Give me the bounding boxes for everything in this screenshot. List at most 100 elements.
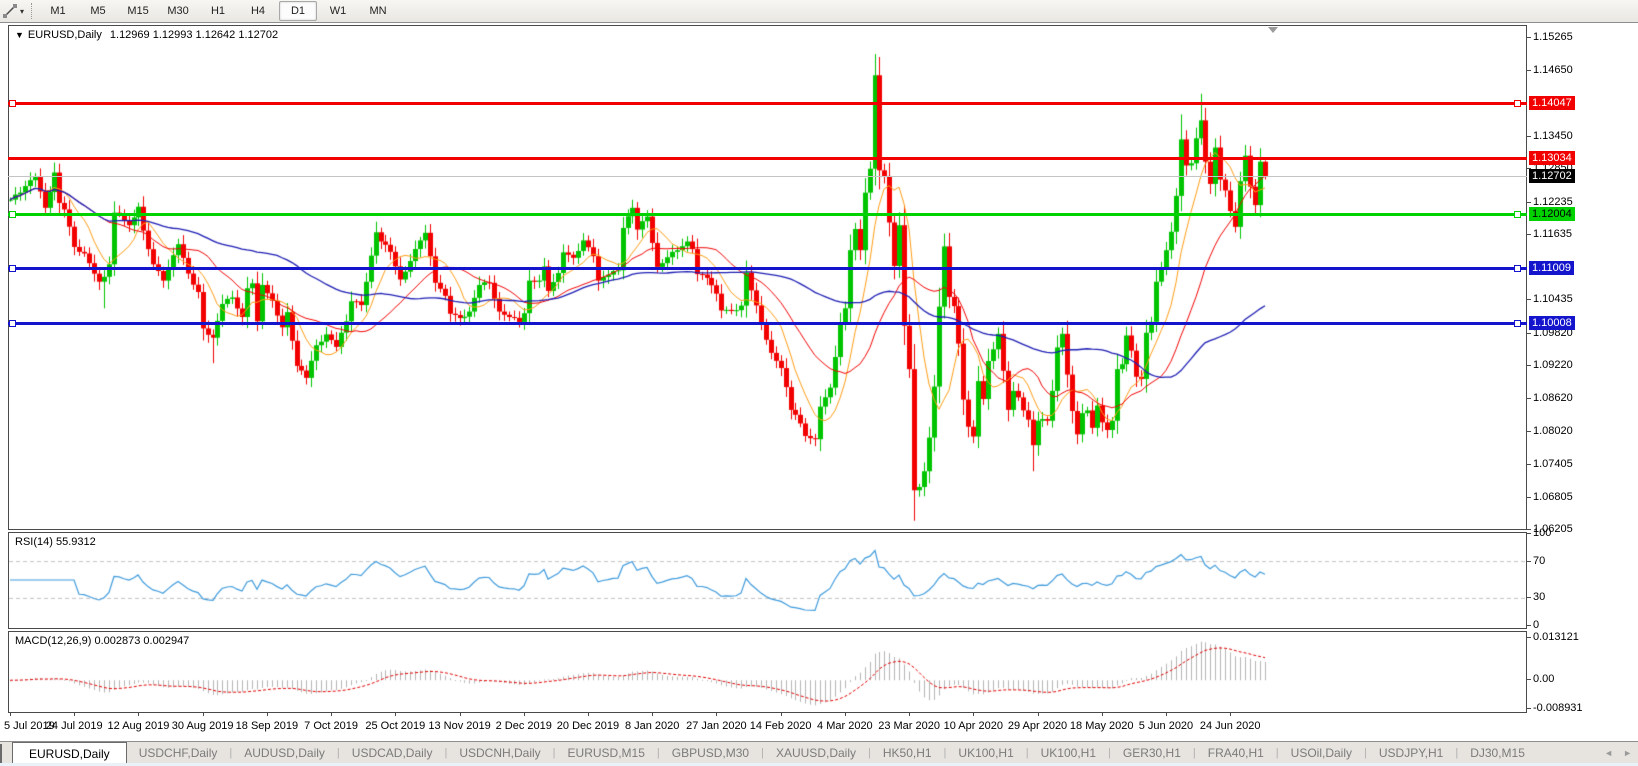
timeframe-button-M30[interactable]: M30 [159,1,197,21]
price-line-label: 1.14047 [1529,96,1575,111]
date-axis-label: 24 Jul 2019 [45,720,103,732]
chart-tab-AUDUSD-Daily[interactable]: AUDUSD,Daily [232,742,337,764]
timeframe-button-H4[interactable]: H4 [239,1,277,21]
timeframe-button-M15[interactable]: M15 [119,1,157,21]
rsi-indicator-panel[interactable]: RSI(14) 55.9312 [8,532,1527,629]
rsi-axis-tick [1527,625,1531,626]
price-axis-label: 1.14650 [1533,64,1573,77]
chart-tab-XAUUSD-Daily[interactable]: XAUUSD,Daily [764,742,868,764]
chart-tab-EURUSD-Daily[interactable]: EURUSD,Daily [12,742,127,764]
date-axis-tick [459,712,461,716]
date-axis-label: 14 Feb 2020 [749,720,812,732]
price-line-label: 1.12004 [1529,207,1575,222]
tab-scroll-right-icon[interactable]: ► [1623,748,1632,758]
date-axis-tick [331,712,333,716]
chart-tab-USDCHF-Daily[interactable]: USDCHF,Daily [127,742,230,764]
horizontal-line-1.10008[interactable] [8,321,1527,325]
price-axis-tick [1527,135,1531,137]
macd-indicator-panel[interactable]: MACD(12,26,9) 0.002873 0.002947 [8,631,1527,713]
date-axis-label: 18 May 2020 [1069,720,1134,732]
price-axis-tick [1527,496,1531,498]
date-axis-label: 2 Dec 2019 [495,720,552,732]
chart-tab-EURUSD-M15[interactable]: EURUSD,M15 [556,742,657,764]
price-axis-tick [1527,397,1531,399]
timeframe-button-M5[interactable]: M5 [79,1,117,21]
tabbar-grip [0,744,12,764]
chart-tab-UK100-H1[interactable]: UK100,H1 [946,742,1025,764]
horizontal-line-1.14047[interactable] [8,102,1527,106]
horizontal-line-1.11009[interactable] [8,267,1527,271]
line-handle-right[interactable] [1514,100,1521,108]
chart-tab-FRA40-H1[interactable]: FRA40,H1 [1196,742,1276,764]
chart-tab-UK100-H1[interactable]: UK100,H1 [1029,742,1108,764]
date-axis-tick [74,712,76,716]
horizontal-line-1.12004[interactable] [8,213,1527,217]
macd-axis-label: -0.008931 [1533,702,1583,714]
date-axis-label: 4 Mar 2020 [817,720,873,732]
date-axis-tick [138,712,140,716]
chart-tab-GBPUSD-M30[interactable]: GBPUSD,M30 [660,742,761,764]
timeframe-button-M1[interactable]: M1 [39,1,77,21]
rsi-axis-label: 30 [1533,591,1546,604]
line-handle-left[interactable] [9,211,16,219]
date-axis-label: 8 Jan 2020 [624,720,680,732]
date-axis-tick [1037,712,1039,716]
date-axis-label: 23 Mar 2020 [878,720,940,732]
chart-tab-GER30-H1[interactable]: GER30,H1 [1111,742,1193,764]
chart-tab-USDCAD-Daily[interactable]: USDCAD,Daily [340,742,445,764]
chart-tab-HK50-H1[interactable]: HK50,H1 [871,742,944,764]
timeframe-button-D1[interactable]: D1 [279,1,318,21]
date-axis-label: 27 Jan 2020 [686,720,747,732]
chart-tab-USOil-Daily[interactable]: USOil,Daily [1279,742,1364,764]
date-axis-tick [652,712,654,716]
date-axis-label: 12 Aug 2019 [107,720,170,732]
date-axis-tick [716,712,718,716]
rsi-axis-tick [1527,597,1531,599]
date-axis-tick [10,712,11,716]
chart-tab-USDJPY-H1[interactable]: USDJPY,H1 [1367,742,1455,764]
line-handle-right[interactable] [1514,319,1521,327]
date-axis-tick [1165,712,1167,716]
current-price-label: 1.12702 [1529,169,1575,184]
timeframe-button-H1[interactable]: H1 [199,1,237,21]
date-axis-tick [266,712,268,716]
line-handle-left[interactable] [9,100,16,108]
price-axis-label: 1.08620 [1533,391,1573,404]
dropdown-caret-icon[interactable]: ▾ [20,7,24,16]
price-line-label: 1.10008 [1529,315,1575,330]
macd-axis-tick [1527,679,1531,680]
date-axis-label: 5 Jun 2020 [1138,720,1194,732]
rsi-axis-tick [1527,560,1531,562]
price-axis-tick [1527,529,1531,531]
date-axis-tick [523,712,525,716]
line-studies-icon[interactable] [1,2,19,20]
price-chart-panel[interactable]: ▼ EURUSD,Daily 1.12969 1.12993 1.12642 1.1… [8,25,1527,530]
timeframe-button-W1[interactable]: W1 [319,1,357,21]
date-axis-label: 18 Sep 2019 [235,720,299,732]
date-axis-tick [395,712,397,716]
price-axis-tick [1527,463,1531,465]
horizontal-line-1.13034[interactable] [8,157,1527,161]
line-handle-left[interactable] [9,319,16,327]
price-line-label: 1.13034 [1529,151,1575,166]
line-handle-left[interactable] [9,265,16,273]
tab-scroll-left-icon[interactable]: ◄ [1604,748,1613,758]
date-axis-tick [202,712,204,716]
line-handle-right[interactable] [1514,265,1521,273]
trading-terminal: { "toolbar": { "dropdown_caret": "▾", "t… [0,0,1638,766]
line-handle-right[interactable] [1514,211,1521,219]
rsi-canvas [9,533,1526,628]
tab-scroll-controls: ◄ ► [1604,742,1632,764]
date-axis-label: 10 Apr 2020 [943,720,1003,732]
date-axis-label: 30 Aug 2019 [171,720,234,732]
timeframe-button-MN[interactable]: MN [359,1,397,21]
chart-tab-bar: EURUSD,Daily USDCHF,Daily | AUDUSD,Daily | US… [0,741,1638,764]
chart-tab-DJ30-M15[interactable]: DJ30,M15 [1458,742,1537,764]
price-axis-tick [1527,70,1531,72]
chart-shift-marker-icon [1267,27,1278,33]
price-axis-tick [1527,201,1531,203]
rsi-axis-label: 70 [1533,554,1546,567]
price-axis-label: 1.09220 [1533,359,1573,372]
chart-tab-USDCNH-Daily[interactable]: USDCNH,Daily [447,742,552,764]
date-axis-tick [780,712,782,716]
